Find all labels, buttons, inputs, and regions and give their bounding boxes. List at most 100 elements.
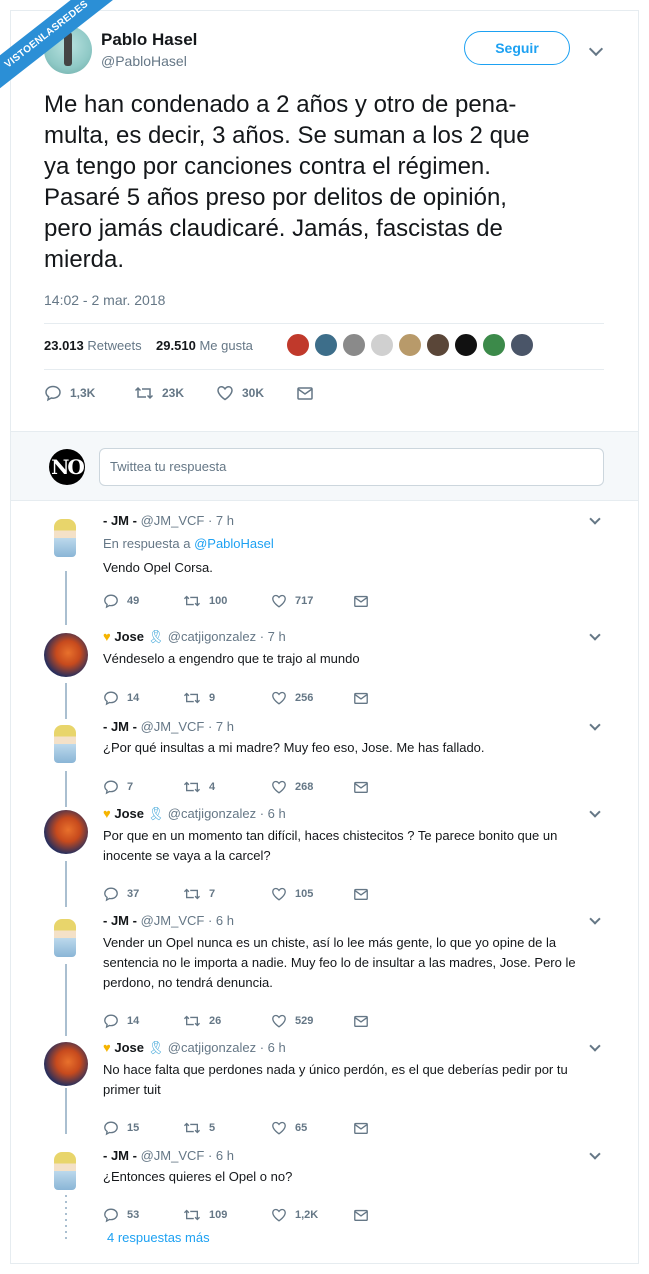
author-name[interactable]: Pablo Hasel <box>101 30 197 50</box>
reply-time[interactable]: · 6 h <box>260 806 286 821</box>
like-button[interactable]: 1,2K <box>271 1206 318 1224</box>
reply-header: ♥ Jose 🎗 @catjigonzalez · 7 h <box>103 629 286 645</box>
reply-author-name[interactable]: - JM - <box>103 719 137 734</box>
liker-avatar[interactable] <box>454 333 478 357</box>
reply-author-handle[interactable]: @JM_VCF <box>141 913 205 928</box>
like-button[interactable]: 65 <box>271 1119 307 1137</box>
liker-avatar[interactable] <box>314 333 338 357</box>
chevron-down-icon[interactable] <box>589 1148 601 1160</box>
like-count: 30K <box>242 386 265 400</box>
reply-time[interactable]: · 7 h <box>208 513 234 528</box>
chevron-down-icon[interactable] <box>589 719 601 731</box>
author-handle[interactable]: @PabloHasel <box>101 53 187 69</box>
reply-author-handle[interactable]: @JM_VCF <box>141 513 205 528</box>
retweet-button[interactable]: 100 <box>183 592 227 610</box>
message-button[interactable] <box>353 1119 377 1137</box>
retweet-button[interactable]: 109 <box>183 1206 227 1224</box>
like-button[interactable]: 529 <box>271 1012 313 1030</box>
retweet-button[interactable]: 26 <box>183 1012 221 1030</box>
retweets-count[interactable]: 23.013 <box>44 338 84 353</box>
reply-author-name[interactable]: - JM - <box>103 513 137 528</box>
chevron-down-icon[interactable] <box>589 913 601 925</box>
reply-author-handle[interactable]: @catjigonzalez <box>168 629 256 644</box>
heart-icon <box>272 594 286 608</box>
reply-count: 7 <box>127 781 134 793</box>
reply-author-name[interactable]: Jose <box>114 806 144 821</box>
message-button[interactable] <box>296 383 322 403</box>
reply-avatar[interactable] <box>44 1150 88 1194</box>
reply-time[interactable]: · 7 h <box>208 719 234 734</box>
reply-author-handle[interactable]: @catjigonzalez <box>168 1040 256 1055</box>
reply-header: ♥ Jose 🎗 @catjigonzalez · 6 h <box>103 806 286 822</box>
likes-label[interactable]: Me gusta <box>199 338 252 353</box>
like-button[interactable]: 105 <box>271 885 313 903</box>
likes-count[interactable]: 29.510 <box>156 338 196 353</box>
reply-avatar[interactable] <box>44 810 88 854</box>
like-button[interactable]: 30K <box>216 383 264 403</box>
message-button[interactable] <box>353 1206 377 1224</box>
liker-avatar[interactable] <box>426 333 450 357</box>
chevron-down-icon[interactable] <box>589 806 601 818</box>
reply-button[interactable]: 37 <box>103 885 139 903</box>
reply-actions: 14 9 256 <box>103 689 583 707</box>
retweets-label[interactable]: Retweets <box>87 338 141 353</box>
reply-avatar[interactable] <box>44 917 88 961</box>
retweet-button[interactable]: 4 <box>183 778 215 796</box>
like-button[interactable]: 717 <box>271 592 313 610</box>
liker-avatar[interactable] <box>510 333 534 357</box>
reply-button[interactable]: 15 <box>103 1119 139 1137</box>
message-button[interactable] <box>353 885 377 903</box>
reply-button[interactable]: 7 <box>103 778 133 796</box>
like-button[interactable]: 256 <box>271 689 313 707</box>
liker-avatar[interactable] <box>482 333 506 357</box>
more-replies-link[interactable]: 4 respuestas más <box>107 1230 210 1245</box>
reply-avatar[interactable] <box>44 517 88 561</box>
chevron-down-icon[interactable] <box>589 1040 601 1052</box>
reply-avatar[interactable] <box>44 1042 88 1086</box>
reply-author-name[interactable]: - JM - <box>103 913 137 928</box>
heart-icon <box>272 780 286 794</box>
reply-count: 1,3K <box>70 386 96 400</box>
like-button[interactable]: 268 <box>271 778 313 796</box>
retweet-button[interactable]: 5 <box>183 1119 215 1137</box>
liker-avatar[interactable] <box>370 333 394 357</box>
reply-author-name[interactable]: Jose <box>114 1040 144 1055</box>
liker-avatar[interactable] <box>286 333 310 357</box>
retweet-button[interactable]: 9 <box>183 689 215 707</box>
message-button[interactable] <box>353 1012 377 1030</box>
reply-input[interactable]: Twittea tu respuesta <box>99 448 604 486</box>
retweet-button[interactable]: 7 <box>183 885 215 903</box>
reply-time[interactable]: · 6 h <box>260 1040 286 1055</box>
message-button[interactable] <box>353 689 377 707</box>
message-button[interactable] <box>353 592 377 610</box>
reply-button[interactable]: 53 <box>103 1206 139 1224</box>
in-reply-handle-link[interactable]: @PabloHasel <box>194 536 274 551</box>
main-tweet: Pablo Hasel @PabloHasel Seguir Me han co… <box>11 11 638 431</box>
follow-button[interactable]: Seguir <box>464 31 570 65</box>
reply-author-name[interactable]: Jose <box>114 629 144 644</box>
reply-icon <box>104 780 118 795</box>
reply-author-handle[interactable]: @JM_VCF <box>141 1148 205 1163</box>
reply-button[interactable]: 14 <box>103 689 139 707</box>
reply-button[interactable]: 14 <box>103 1012 139 1030</box>
reply-avatar[interactable] <box>44 633 88 677</box>
retweet-button[interactable]: 23K <box>134 383 184 403</box>
reply-author-name[interactable]: - JM - <box>103 1148 137 1163</box>
reply-time[interactable]: · 7 h <box>260 629 286 644</box>
message-button[interactable] <box>353 778 377 796</box>
reply-time[interactable]: · 6 h <box>208 913 234 928</box>
tweet-timestamp[interactable]: 14:02 - 2 mar. 2018 <box>44 292 165 308</box>
reply-author-handle[interactable]: @JM_VCF <box>141 719 205 734</box>
reply-button[interactable]: 1,3K <box>44 383 95 403</box>
liker-avatar[interactable] <box>398 333 422 357</box>
reply-button[interactable]: 49 <box>103 592 139 610</box>
chevron-down-icon[interactable] <box>588 41 604 57</box>
chevron-down-icon[interactable] <box>589 629 601 641</box>
reply-author-handle[interactable]: @catjigonzalez <box>168 806 256 821</box>
chevron-down-icon[interactable] <box>589 513 601 525</box>
liker-avatar[interactable] <box>342 333 366 357</box>
reply-avatar[interactable] <box>44 723 88 767</box>
user-avatar[interactable]: NO <box>49 449 85 485</box>
reply-time[interactable]: · 6 h <box>208 1148 234 1163</box>
thread-line <box>65 964 67 1036</box>
